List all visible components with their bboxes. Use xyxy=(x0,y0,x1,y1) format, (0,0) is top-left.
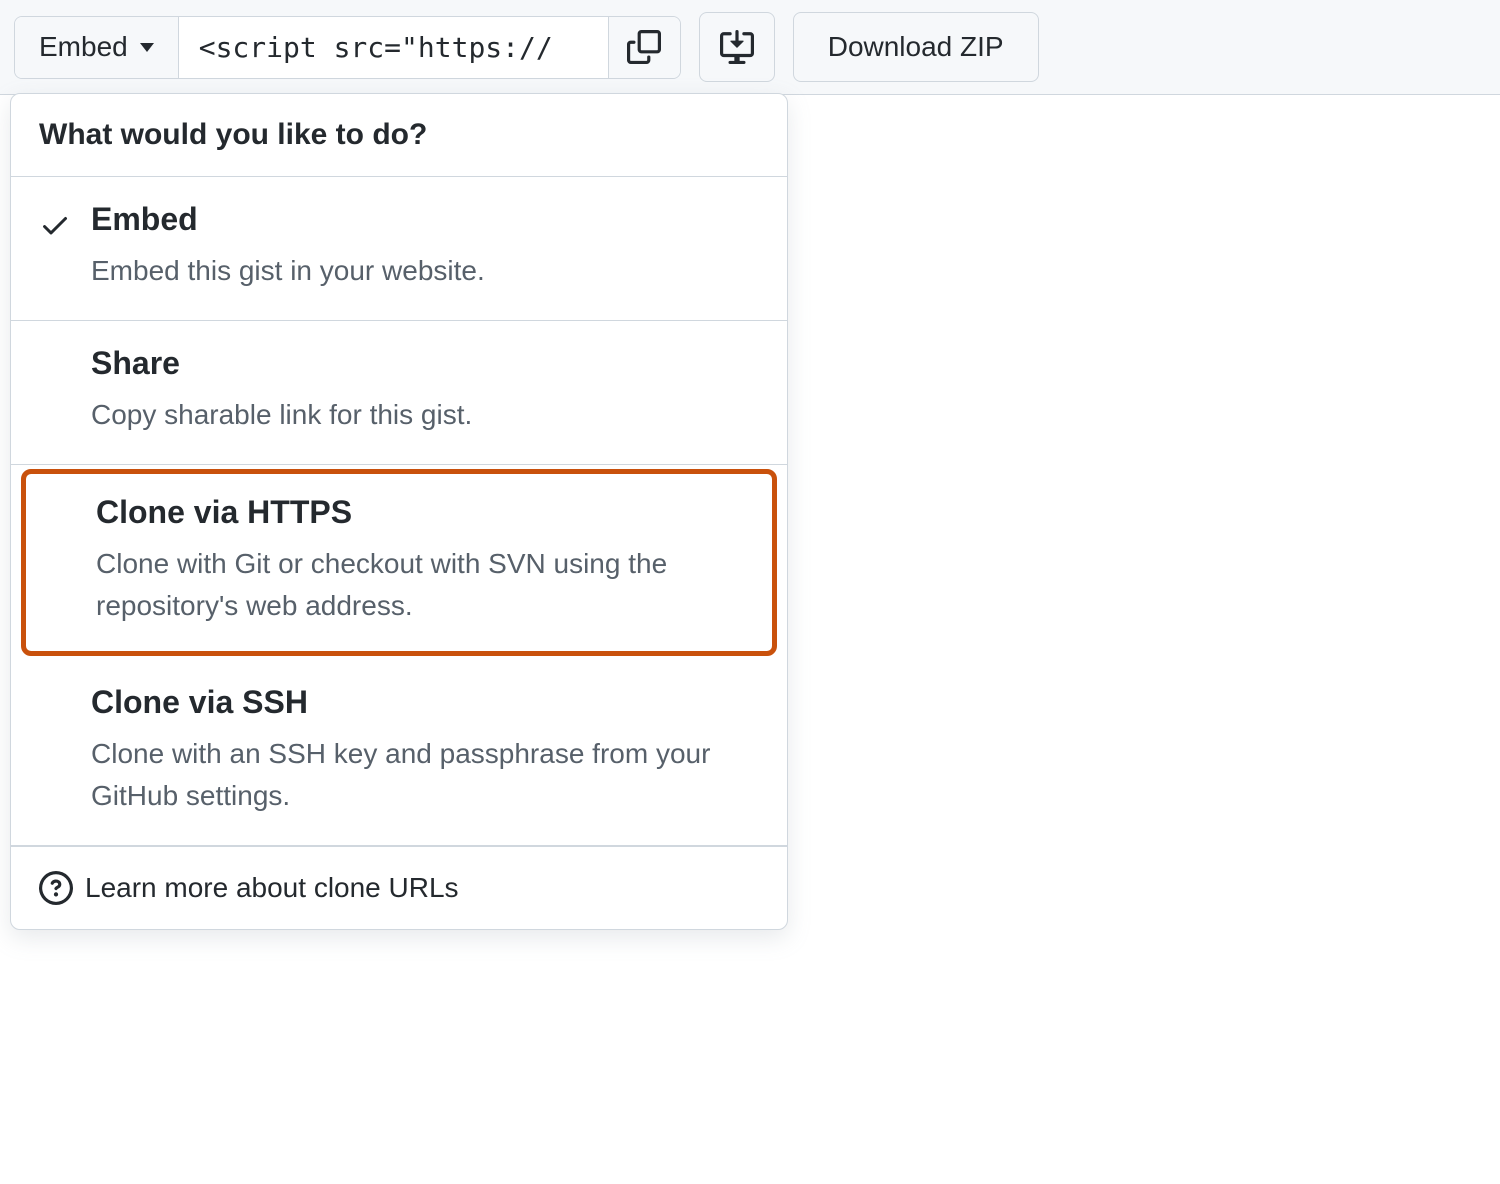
check-column xyxy=(39,201,91,241)
dropdown-item-clone-ssh[interactable]: Clone via SSH Clone with an SSH key and … xyxy=(11,660,787,846)
item-content: Clone via SSH Clone with an SSH key and … xyxy=(91,684,759,817)
dropdown-item-clone-https[interactable]: Clone via HTTPS Clone with Git or checko… xyxy=(21,469,777,656)
item-desc: Copy sharable link for this gist. xyxy=(91,394,759,436)
item-content: Embed Embed this gist in your website. xyxy=(91,201,759,292)
dropdown-item-embed[interactable]: Embed Embed this gist in your website. xyxy=(11,177,787,321)
embed-group: Embed xyxy=(14,16,681,79)
item-content: Share Copy sharable link for this gist. xyxy=(91,345,759,436)
item-content: Clone via HTTPS Clone with Git or checko… xyxy=(96,494,754,627)
caret-down-icon xyxy=(140,43,154,52)
embed-url-input[interactable] xyxy=(178,17,608,78)
download-zip-button[interactable]: Download ZIP xyxy=(793,12,1039,82)
check-column xyxy=(44,494,96,502)
check-column xyxy=(39,345,91,353)
item-desc: Embed this gist in your website. xyxy=(91,250,759,292)
item-desc: Clone with Git or checkout with SVN usin… xyxy=(96,543,754,627)
desktop-download-icon xyxy=(720,30,754,64)
download-zip-label: Download ZIP xyxy=(828,31,1004,63)
dropdown-header: What would you like to do? xyxy=(11,94,787,177)
question-icon xyxy=(39,871,73,905)
check-icon xyxy=(39,209,71,241)
toolbar: Embed Download ZIP xyxy=(0,0,1500,95)
dropdown-footer-link[interactable]: Learn more about clone URLs xyxy=(11,846,787,929)
copy-button[interactable] xyxy=(608,17,680,78)
item-title: Share xyxy=(91,345,759,382)
item-desc: Clone with an SSH key and passphrase fro… xyxy=(91,733,759,817)
dropdown-item-share[interactable]: Share Copy sharable link for this gist. xyxy=(11,321,787,465)
embed-dropdown-menu: What would you like to do? Embed Embed t… xyxy=(10,93,788,930)
item-title: Clone via SSH xyxy=(91,684,759,721)
check-column xyxy=(39,684,91,692)
embed-dropdown-button[interactable]: Embed xyxy=(15,17,178,78)
item-title: Embed xyxy=(91,201,759,238)
copy-icon xyxy=(627,30,661,64)
desktop-download-button[interactable] xyxy=(699,12,775,82)
item-title: Clone via HTTPS xyxy=(96,494,754,531)
embed-dropdown-label: Embed xyxy=(39,31,128,63)
footer-text: Learn more about clone URLs xyxy=(85,872,459,904)
